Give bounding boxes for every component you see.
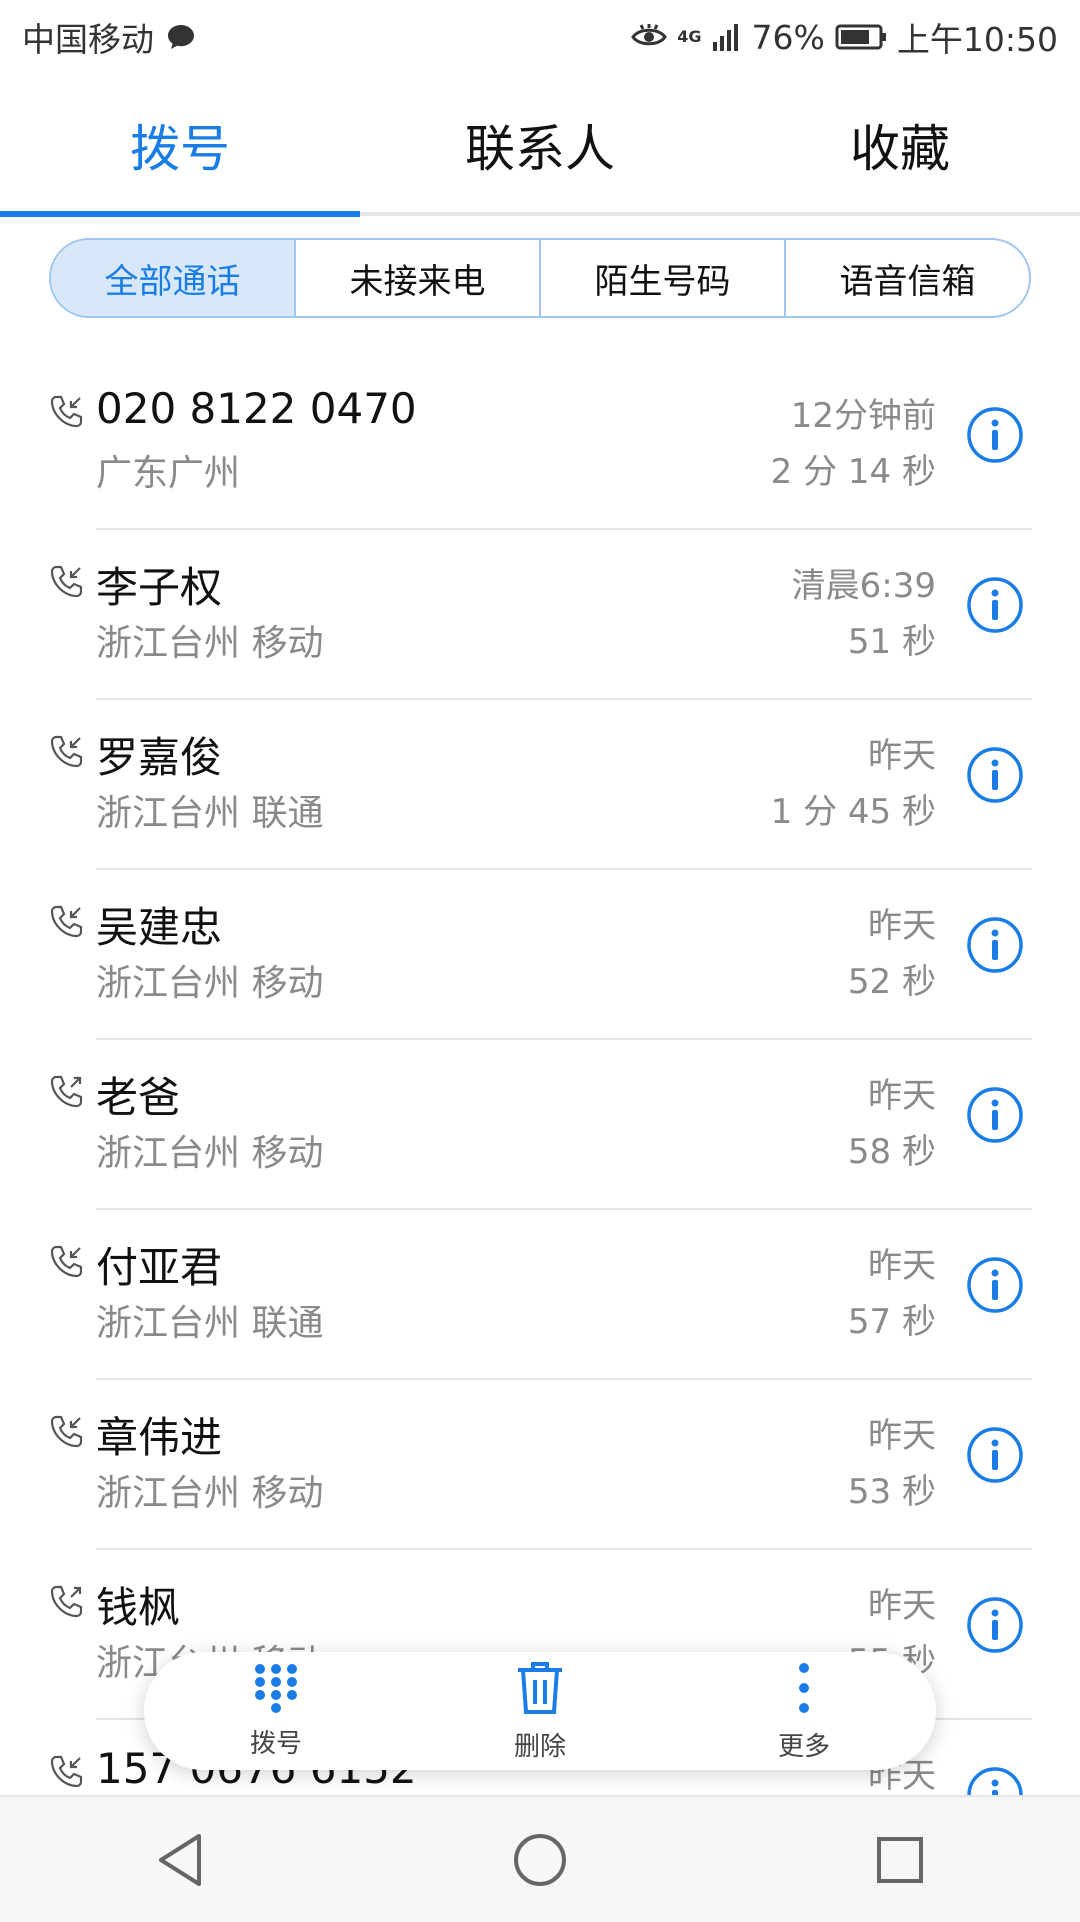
more-button[interactable]: 更多	[714, 1660, 894, 1763]
call-log-row[interactable]: 付亚君浙江台州 联通 昨天 57 秒	[0, 1210, 1080, 1380]
caller-location: 浙江台州 移动	[96, 1473, 324, 1514]
filter-voicemail[interactable]: 语音信箱	[784, 240, 1029, 316]
call-duration: 52 秒	[847, 962, 936, 1002]
nav-home-button[interactable]	[500, 1820, 580, 1900]
main-tabs: 拨号 联系人 收藏	[0, 74, 1080, 216]
caller-location: 浙江台州 移动	[96, 963, 324, 1004]
filter-all-calls[interactable]: 全部通话	[51, 240, 294, 316]
caller-name: 章伟进	[96, 1413, 223, 1462]
info-icon[interactable]	[966, 746, 1024, 804]
caller-location: 浙江台州 联通	[96, 793, 324, 834]
info-icon[interactable]	[966, 1256, 1024, 1314]
more-vertical-icon	[796, 1660, 812, 1720]
status-bar: 中国移动 4G 76% 上午10:50	[0, 0, 1080, 74]
caller-location: 广东广州	[96, 453, 241, 494]
battery-icon	[835, 23, 887, 51]
home-circle-icon	[514, 1833, 566, 1886]
delete-button[interactable]: 删除	[450, 1660, 630, 1763]
incoming-call-icon	[50, 904, 84, 938]
dialpad-button[interactable]: 拨号	[186, 1663, 366, 1760]
caller-location: 浙江台州 联通	[96, 1303, 324, 1344]
caller-name: 李子权	[96, 563, 223, 612]
call-time: 12分钟前	[790, 396, 936, 436]
message-notification-icon	[166, 23, 196, 51]
call-time: 清晨6:39	[791, 566, 936, 606]
caller-name: 020 8122 0470	[96, 384, 417, 433]
call-log-row[interactable]: 吴建忠浙江台州 移动 昨天 52 秒	[0, 870, 1080, 1040]
tab-contacts[interactable]: 联系人	[360, 74, 720, 216]
call-duration: 58 秒	[847, 1132, 936, 1172]
system-nav-bar	[0, 1795, 1080, 1922]
status-left: 中国移动	[22, 13, 196, 61]
delete-label: 删除	[513, 1731, 566, 1762]
filter-unknown-numbers[interactable]: 陌生号码	[539, 240, 784, 316]
nav-back-button[interactable]	[140, 1820, 220, 1900]
filter-missed-calls[interactable]: 未接来电	[294, 240, 539, 316]
signal-strength-icon	[712, 22, 742, 52]
call-duration: 1 分 45 秒	[770, 792, 936, 832]
caller-name: 罗嘉俊	[96, 733, 223, 782]
call-log-row[interactable]: 罗嘉俊浙江台州 联通 昨天 1 分 45 秒	[0, 700, 1080, 870]
incoming-call-icon	[50, 564, 84, 598]
network-type: 4G	[677, 27, 702, 46]
info-icon[interactable]	[966, 1426, 1024, 1484]
caller-name: 钱枫	[96, 1583, 181, 1632]
dialpad-label: 拨号	[249, 1728, 302, 1759]
caller-name: 付亚君	[96, 1243, 223, 1292]
tab-favorites[interactable]: 收藏	[720, 74, 1080, 216]
dialpad-icon	[252, 1663, 300, 1717]
call-log-row[interactable]: 章伟进浙江台州 移动 昨天 53 秒	[0, 1380, 1080, 1550]
battery-percent: 76%	[751, 17, 825, 57]
tab-dial[interactable]: 拨号	[0, 74, 360, 216]
incoming-call-icon	[50, 1244, 84, 1278]
trash-icon	[515, 1660, 565, 1720]
call-time: 昨天	[868, 1246, 936, 1286]
carrier-name: 中国移动	[22, 20, 154, 59]
incoming-call-icon	[50, 1414, 84, 1448]
outgoing-call-icon	[50, 1074, 84, 1108]
recents-square-icon	[877, 1836, 923, 1883]
caller-name: 吴建忠	[96, 903, 223, 952]
more-label: 更多	[777, 1731, 830, 1762]
status-right: 4G 76% 上午10:50	[631, 13, 1058, 61]
back-triangle-icon	[159, 1833, 201, 1886]
outgoing-call-icon	[50, 1584, 84, 1618]
incoming-call-icon	[50, 394, 84, 428]
call-time: 昨天	[868, 1076, 936, 1116]
call-time: 昨天	[868, 906, 936, 946]
caller-name: 老爸	[96, 1073, 181, 1122]
call-log-row[interactable]: 020 8122 0470 广东广州 12分钟前 2 分 14 秒	[0, 360, 1080, 530]
bottom-action-bar: 拨号 删除 更多	[144, 1652, 936, 1770]
caller-location: 浙江台州 移动	[96, 623, 324, 664]
call-duration: 57 秒	[847, 1302, 936, 1342]
incoming-call-icon	[50, 1754, 84, 1788]
nav-recents-button[interactable]	[860, 1820, 940, 1900]
call-log-row[interactable]: 老爸浙江台州 移动 昨天 58 秒	[0, 1040, 1080, 1210]
info-icon[interactable]	[966, 1596, 1024, 1654]
call-log-row[interactable]: 李子权浙江台州 移动 清晨6:39 51 秒	[0, 530, 1080, 700]
call-time: 昨天	[868, 1416, 936, 1456]
clock: 上午10:50	[896, 20, 1058, 59]
call-time: 昨天	[868, 736, 936, 776]
call-duration: 53 秒	[847, 1472, 936, 1512]
active-tab-indicator	[0, 211, 360, 217]
call-time: 昨天	[868, 1586, 936, 1626]
info-icon[interactable]	[966, 406, 1024, 464]
incoming-call-icon	[50, 734, 84, 768]
call-duration: 2 分 14 秒	[770, 452, 936, 492]
caller-location: 浙江台州 移动	[96, 1133, 324, 1174]
eye-comfort-icon	[631, 23, 668, 51]
call-duration: 51 秒	[847, 622, 936, 662]
info-icon[interactable]	[966, 1086, 1024, 1144]
call-filter-segmented: 全部通话 未接来电 陌生号码 语音信箱	[49, 238, 1031, 318]
info-icon[interactable]	[966, 576, 1024, 634]
info-icon[interactable]	[966, 916, 1024, 974]
